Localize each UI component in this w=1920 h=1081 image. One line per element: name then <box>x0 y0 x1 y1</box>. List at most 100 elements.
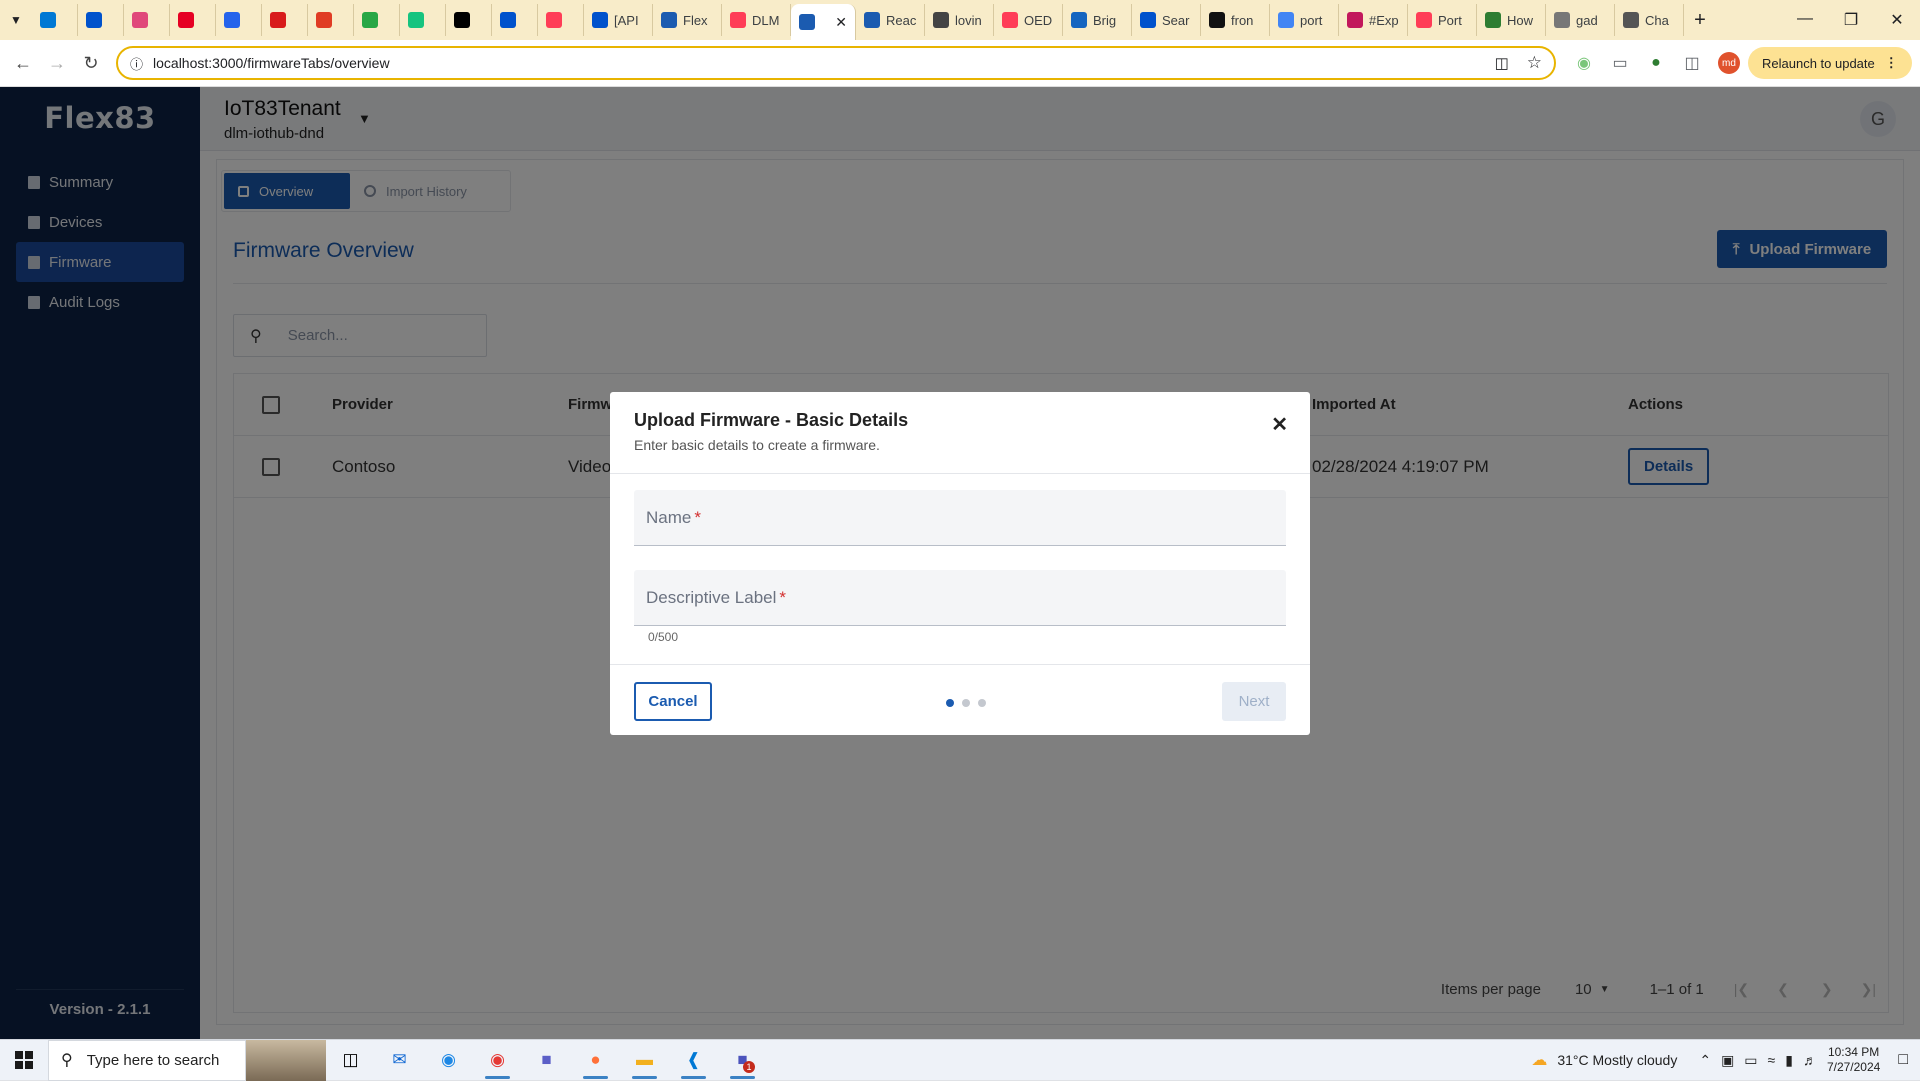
tab-label: lovin <box>955 12 982 28</box>
browser-tab[interactable]: port <box>1270 4 1339 36</box>
browser-tab[interactable]: ✕ <box>791 4 856 40</box>
browser-tab[interactable]: fron <box>1201 4 1270 36</box>
install-app-icon[interactable]: ◫ <box>1495 54 1509 72</box>
tab-favicon-icon <box>864 12 880 28</box>
volume-icon[interactable]: ♬ <box>1803 1052 1817 1068</box>
browser-tab[interactable] <box>216 4 262 36</box>
display-icon[interactable]: ▭ <box>1744 1052 1757 1069</box>
close-icon[interactable]: ✕ <box>1271 412 1288 437</box>
start-button[interactable] <box>0 1051 48 1069</box>
dialog-subtitle: Enter basic details to create a firmware… <box>634 437 880 453</box>
browser-tab[interactable]: DLM <box>722 4 791 36</box>
divider <box>610 664 1310 665</box>
browser-tab[interactable] <box>400 4 446 36</box>
edge-icon[interactable]: ◉ <box>424 1040 473 1081</box>
name-field[interactable]: Name * <box>634 490 1286 546</box>
more-menu-icon[interactable]: ⋮ <box>1885 55 1898 71</box>
tab-favicon-icon <box>40 12 56 28</box>
browser-tab[interactable] <box>262 4 308 36</box>
vscode-icon[interactable]: ❰ <box>669 1040 718 1081</box>
browser-tab[interactable]: Reac <box>856 4 925 36</box>
upload-firmware-dialog: Upload Firmware - Basic Details Enter ba… <box>610 392 1310 735</box>
browser-tab[interactable] <box>124 4 170 36</box>
browser-tab[interactable]: OED <box>994 4 1063 36</box>
tab-favicon-icon <box>408 12 424 28</box>
extension-icon[interactable]: ▭ <box>1602 53 1638 73</box>
tab-favicon-icon <box>1140 12 1156 28</box>
close-window-icon[interactable]: ✕ <box>1874 10 1920 30</box>
wifi-icon[interactable]: ≈ <box>1768 1052 1776 1068</box>
browser-tab[interactable] <box>492 4 538 36</box>
browser-tab[interactable]: #Exp <box>1339 4 1408 36</box>
firefox-icon[interactable]: ● <box>571 1040 620 1081</box>
tab-label: Brig <box>1093 12 1117 28</box>
meet-now-icon[interactable]: ▣ <box>1721 1052 1734 1069</box>
required-mark: * <box>779 587 787 607</box>
browser-tab[interactable]: Cha <box>1615 4 1684 36</box>
tab-label: Port <box>1438 12 1462 28</box>
browser-tab[interactable]: How <box>1477 4 1546 36</box>
extension-icon[interactable]: ◉ <box>1566 53 1602 73</box>
browser-toolbar: ← → ↻ ⓘ localhost:3000/firmwareTabs/over… <box>0 40 1920 87</box>
address-bar[interactable]: ⓘ localhost:3000/firmwareTabs/overview ◫… <box>116 46 1556 80</box>
descriptive-label-field[interactable]: Descriptive Label * <box>634 570 1286 626</box>
mail-icon[interactable]: ✉ <box>375 1040 424 1081</box>
name-field-label: Name <box>646 507 692 527</box>
browser-tab[interactable]: Brig <box>1063 4 1132 36</box>
tab-search-icon[interactable]: ▼ <box>0 13 32 27</box>
extension-icon[interactable]: ● <box>1638 54 1674 72</box>
tab-label: [API <box>614 12 639 28</box>
browser-tab[interactable] <box>308 4 354 36</box>
site-info-icon[interactable]: ⓘ <box>130 54 143 73</box>
browser-tab[interactable]: lovin <box>925 4 994 36</box>
tab-favicon-icon <box>546 12 562 28</box>
teams-icon[interactable]: ■ <box>522 1040 571 1081</box>
bookmark-star-icon[interactable]: ☆ <box>1527 53 1542 73</box>
browser-tab[interactable] <box>170 4 216 36</box>
tab-favicon-icon <box>500 12 516 28</box>
weather-text[interactable]: 31°C Mostly cloudy <box>1557 1052 1677 1068</box>
taskbar: ⚲ Type here to search ◫ ✉ ◉ ◉ ■ ● ▬ ❰ ■ 1… <box>0 1039 1920 1081</box>
chrome-icon[interactable]: ◉ <box>473 1040 522 1081</box>
tab-favicon-icon <box>799 14 815 30</box>
back-icon[interactable]: ← <box>6 53 40 74</box>
browser-tab[interactable] <box>32 4 78 36</box>
browser-tab[interactable] <box>446 4 492 36</box>
restore-icon[interactable]: ❐ <box>1828 10 1874 30</box>
browser-tab[interactable] <box>538 4 584 36</box>
taskbar-search[interactable]: ⚲ Type here to search <box>48 1039 246 1081</box>
taskbar-search-placeholder: Type here to search <box>86 1051 220 1069</box>
notifications-icon[interactable]: □ <box>1898 1051 1908 1069</box>
tab-label: Flex <box>683 12 708 28</box>
tab-favicon-icon <box>1278 12 1294 28</box>
tray-overflow-icon[interactable]: ⌃ <box>1699 1052 1711 1069</box>
extensions-puzzle-icon[interactable]: ◫ <box>1674 53 1710 73</box>
new-tab-button[interactable]: + <box>1684 9 1716 32</box>
task-view-icon[interactable]: ◫ <box>326 1040 375 1081</box>
profile-avatar[interactable]: md <box>1718 52 1740 74</box>
minimize-icon[interactable]: — <box>1782 10 1828 30</box>
browser-tab[interactable]: Flex <box>653 4 722 36</box>
browser-tab[interactable]: Port <box>1408 4 1477 36</box>
divider <box>610 473 1310 474</box>
file-explorer-icon[interactable]: ▬ <box>620 1040 669 1081</box>
tab-label: fron <box>1231 12 1254 28</box>
browser-tab[interactable] <box>354 4 400 36</box>
tab-label: #Exp <box>1369 12 1399 28</box>
forward-icon[interactable]: → <box>40 53 74 74</box>
tab-favicon-icon <box>224 12 240 28</box>
next-button[interactable]: Next <box>1222 682 1286 721</box>
browser-tab[interactable]: [API <box>584 4 653 36</box>
clock[interactable]: 10:34 PM 7/27/2024 <box>1827 1045 1880 1075</box>
teams-work-icon[interactable]: ■ 1 <box>718 1040 767 1081</box>
browser-tab[interactable]: Sear <box>1132 4 1201 36</box>
browser-tab[interactable] <box>78 4 124 36</box>
cancel-button[interactable]: Cancel <box>634 682 712 721</box>
tab-label: Sear <box>1162 12 1190 28</box>
reload-icon[interactable]: ↻ <box>74 53 108 74</box>
battery-icon[interactable]: ▮ <box>1785 1052 1793 1069</box>
relaunch-button[interactable]: Relaunch to update ⋮ <box>1748 47 1912 79</box>
weather-icon[interactable]: ☁ <box>1531 1050 1547 1070</box>
browser-tab[interactable]: gad <box>1546 4 1615 36</box>
close-tab-icon[interactable]: ✕ <box>835 14 847 31</box>
